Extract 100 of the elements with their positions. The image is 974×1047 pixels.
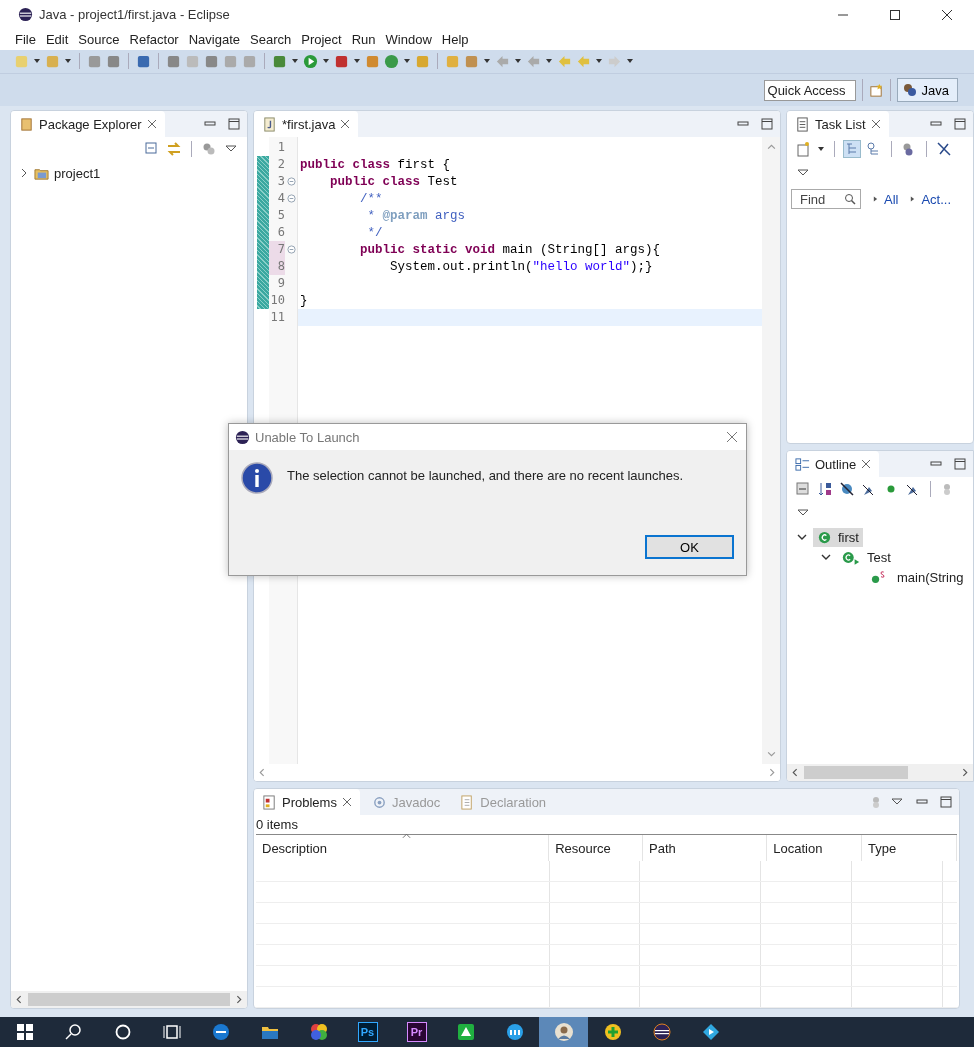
code-line: System.out.println("hello world");} xyxy=(389,260,653,274)
plus-app-icon[interactable] xyxy=(602,1022,623,1042)
run-icon[interactable] xyxy=(303,53,318,69)
column-header[interactable]: Type xyxy=(862,835,957,861)
scroll-left-icon[interactable] xyxy=(791,768,800,777)
find-field[interactable]: Find xyxy=(791,189,861,209)
menu-item[interactable]: Source xyxy=(73,32,125,48)
line-number: 5 xyxy=(276,207,285,224)
pinwheel-icon[interactable] xyxy=(308,1022,329,1042)
perspective-button[interactable]: Java xyxy=(896,78,958,103)
scroll-right-icon[interactable] xyxy=(234,995,243,1004)
menu-item[interactable]: Refactor xyxy=(124,32,184,48)
close-icon[interactable] xyxy=(341,797,352,807)
code-line: } xyxy=(300,294,308,308)
close-icon[interactable] xyxy=(870,119,881,129)
close-icon[interactable] xyxy=(941,8,953,21)
filter-link[interactable]: All xyxy=(884,191,899,207)
view-tab[interactable]: Package Explorer xyxy=(11,111,165,137)
fold-icon[interactable] xyxy=(287,194,296,203)
task-view-icon[interactable] xyxy=(161,1022,182,1042)
ok-button[interactable]: OK xyxy=(645,535,734,559)
fold-icon[interactable] xyxy=(287,177,296,186)
open-perspective-icon[interactable] xyxy=(868,82,884,98)
eclipse-logo-icon[interactable] xyxy=(651,1022,672,1042)
quick-access-field[interactable]: Quick Access xyxy=(763,79,856,101)
code-line: */ xyxy=(366,226,383,240)
scroll-left-icon[interactable] xyxy=(15,995,24,1004)
menu-item[interactable]: Edit xyxy=(40,32,74,48)
menu-item[interactable]: Help xyxy=(436,32,474,48)
premiere-icon[interactable]: Pr xyxy=(406,1022,427,1042)
collapse-all-icon[interactable] xyxy=(795,481,811,497)
view-tab[interactable]: Task List xyxy=(787,111,889,137)
column-header[interactable]: Resource xyxy=(549,835,644,861)
outline-item[interactable]: first xyxy=(813,527,863,547)
at-sign-icon xyxy=(371,794,387,810)
close-icon[interactable] xyxy=(861,459,872,469)
column-header[interactable]: Path xyxy=(643,835,768,861)
scroll-up-icon[interactable] xyxy=(766,143,776,152)
scroll-right-icon[interactable] xyxy=(960,768,969,777)
code-line: public class Test xyxy=(329,175,458,189)
fold-icon[interactable] xyxy=(287,245,296,254)
maximize-icon[interactable] xyxy=(889,8,901,21)
sort-icon[interactable] xyxy=(817,481,833,497)
item-count: 0 items xyxy=(255,816,299,834)
close-icon[interactable] xyxy=(340,119,351,129)
tab-label: Javadoc xyxy=(391,794,441,810)
line-number: 6 xyxy=(276,224,285,241)
inner-class-icon xyxy=(841,549,861,565)
code-line: public class first { xyxy=(300,158,451,172)
tab-label: Package Explorer xyxy=(39,116,142,132)
maximize-icon[interactable] xyxy=(939,795,953,809)
expand-arrow-icon xyxy=(910,195,916,203)
outline-icon xyxy=(795,456,810,472)
menu-item[interactable]: Navigate xyxy=(183,32,245,48)
column-header[interactable]: Location xyxy=(767,835,863,861)
filter-icon[interactable] xyxy=(201,141,217,157)
search-icon xyxy=(844,193,856,205)
info-icon xyxy=(241,462,273,494)
filter-link[interactable]: Act... xyxy=(921,191,952,207)
view-tab[interactable]: Outline xyxy=(787,451,880,477)
menu-item[interactable]: File xyxy=(10,32,41,48)
project-tree-item[interactable]: project1 xyxy=(19,163,239,183)
line-number: 3 xyxy=(276,173,285,190)
class-icon xyxy=(817,529,832,545)
menu-item[interactable]: Search xyxy=(245,32,297,48)
view-tab[interactable]: Problems xyxy=(254,789,360,815)
caret-icon[interactable] xyxy=(817,145,825,153)
maximize-icon[interactable] xyxy=(953,117,967,131)
java-perspective-icon xyxy=(901,82,918,99)
maximize-icon[interactable] xyxy=(760,117,774,131)
search-icon[interactable] xyxy=(63,1022,84,1042)
scroll-right-icon[interactable] xyxy=(767,768,776,777)
editor-tab[interactable]: *first.java xyxy=(254,111,359,137)
line-number: 10 xyxy=(269,292,285,309)
menu-item[interactable]: Run xyxy=(346,32,381,48)
maximize-icon[interactable] xyxy=(227,117,241,131)
line-number: 1 xyxy=(276,139,285,156)
link-editor-icon[interactable] xyxy=(166,141,182,157)
triangle-app-icon[interactable] xyxy=(455,1022,476,1042)
menu-item[interactable]: Window xyxy=(380,32,437,48)
photoshop-icon[interactable]: Ps xyxy=(357,1022,378,1042)
outline-item[interactable]: main(String xyxy=(867,567,968,587)
windows-icon[interactable] xyxy=(14,1022,35,1042)
menu-item[interactable]: Project xyxy=(296,32,347,48)
close-icon[interactable] xyxy=(146,119,157,129)
cloud-app-icon[interactable] xyxy=(504,1022,525,1042)
outline-item[interactable]: Test xyxy=(837,547,895,567)
hide-fields-icon[interactable] xyxy=(839,481,855,497)
scroll-left-icon[interactable] xyxy=(258,768,267,777)
list-icon xyxy=(795,116,810,132)
avatar-icon[interactable] xyxy=(553,1022,574,1042)
scrollbar-thumb[interactable] xyxy=(28,993,230,1006)
browser-icon[interactable] xyxy=(210,1022,231,1042)
tab-label: Problems xyxy=(282,794,337,810)
scroll-down-icon[interactable] xyxy=(766,749,776,758)
maximize-icon[interactable] xyxy=(953,457,967,471)
column-header[interactable]: Description xyxy=(256,835,550,861)
cross-icon[interactable] xyxy=(936,141,952,157)
scrollbar-thumb[interactable] xyxy=(804,766,908,779)
line-number: 11 xyxy=(269,309,285,326)
